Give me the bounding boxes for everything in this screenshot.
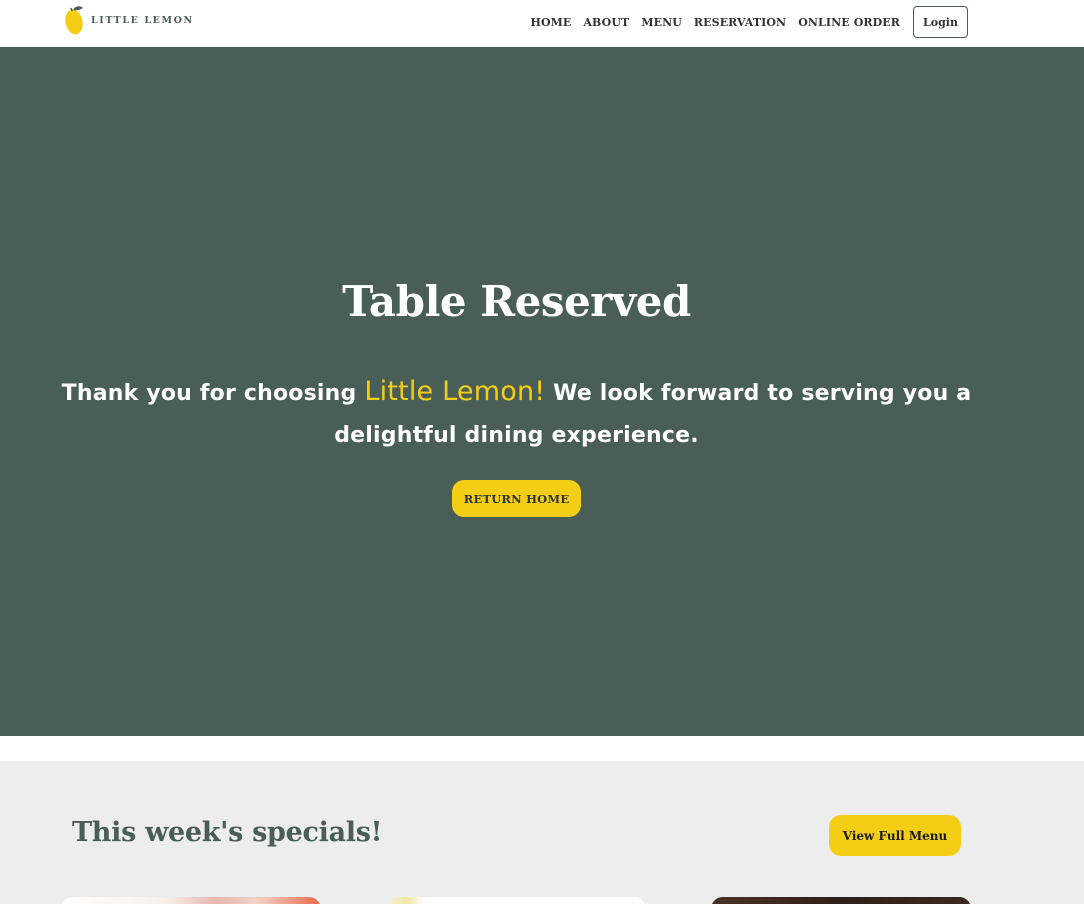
specials-title: This week's specials! bbox=[72, 817, 383, 848]
dish-image bbox=[61, 897, 321, 904]
lemon-icon bbox=[64, 4, 86, 36]
confirmation-hero: Table Reserved Thank you for choosing Li… bbox=[0, 47, 1084, 736]
message-before: Thank you for choosing bbox=[61, 381, 365, 406]
special-card[interactable] bbox=[711, 897, 971, 904]
nav-menu[interactable]: MENU bbox=[641, 16, 682, 29]
special-card[interactable] bbox=[386, 897, 646, 904]
page-title: Table Reserved bbox=[342, 277, 691, 326]
confirmation-message: Thank you for choosing Little Lemon! We … bbox=[55, 371, 978, 457]
login-button[interactable]: Login bbox=[913, 6, 968, 38]
logo-text: LITTLE LEMON bbox=[91, 14, 194, 26]
nav-online-order[interactable]: ONLINE ORDER bbox=[798, 16, 900, 29]
dish-image bbox=[386, 897, 646, 904]
logo[interactable]: LITTLE LEMON bbox=[64, 3, 194, 37]
nav-about[interactable]: ABOUT bbox=[583, 16, 629, 29]
site-header: LITTLE LEMON HOME ABOUT MENU RESERVATION… bbox=[0, 0, 1084, 47]
dish-image bbox=[711, 897, 971, 904]
special-card[interactable] bbox=[61, 897, 321, 904]
nav-reservation[interactable]: RESERVATION bbox=[694, 16, 786, 29]
return-home-button[interactable]: RETURN HOME bbox=[452, 480, 581, 517]
brand-name: Little Lemon! bbox=[364, 376, 546, 407]
view-full-menu-button[interactable]: View Full Menu bbox=[829, 815, 961, 856]
specials-section: This week's specials! View Full Menu bbox=[0, 761, 1084, 904]
nav-home[interactable]: HOME bbox=[530, 16, 571, 29]
main-nav: HOME ABOUT MENU RESERVATION ONLINE ORDER… bbox=[530, 6, 968, 38]
